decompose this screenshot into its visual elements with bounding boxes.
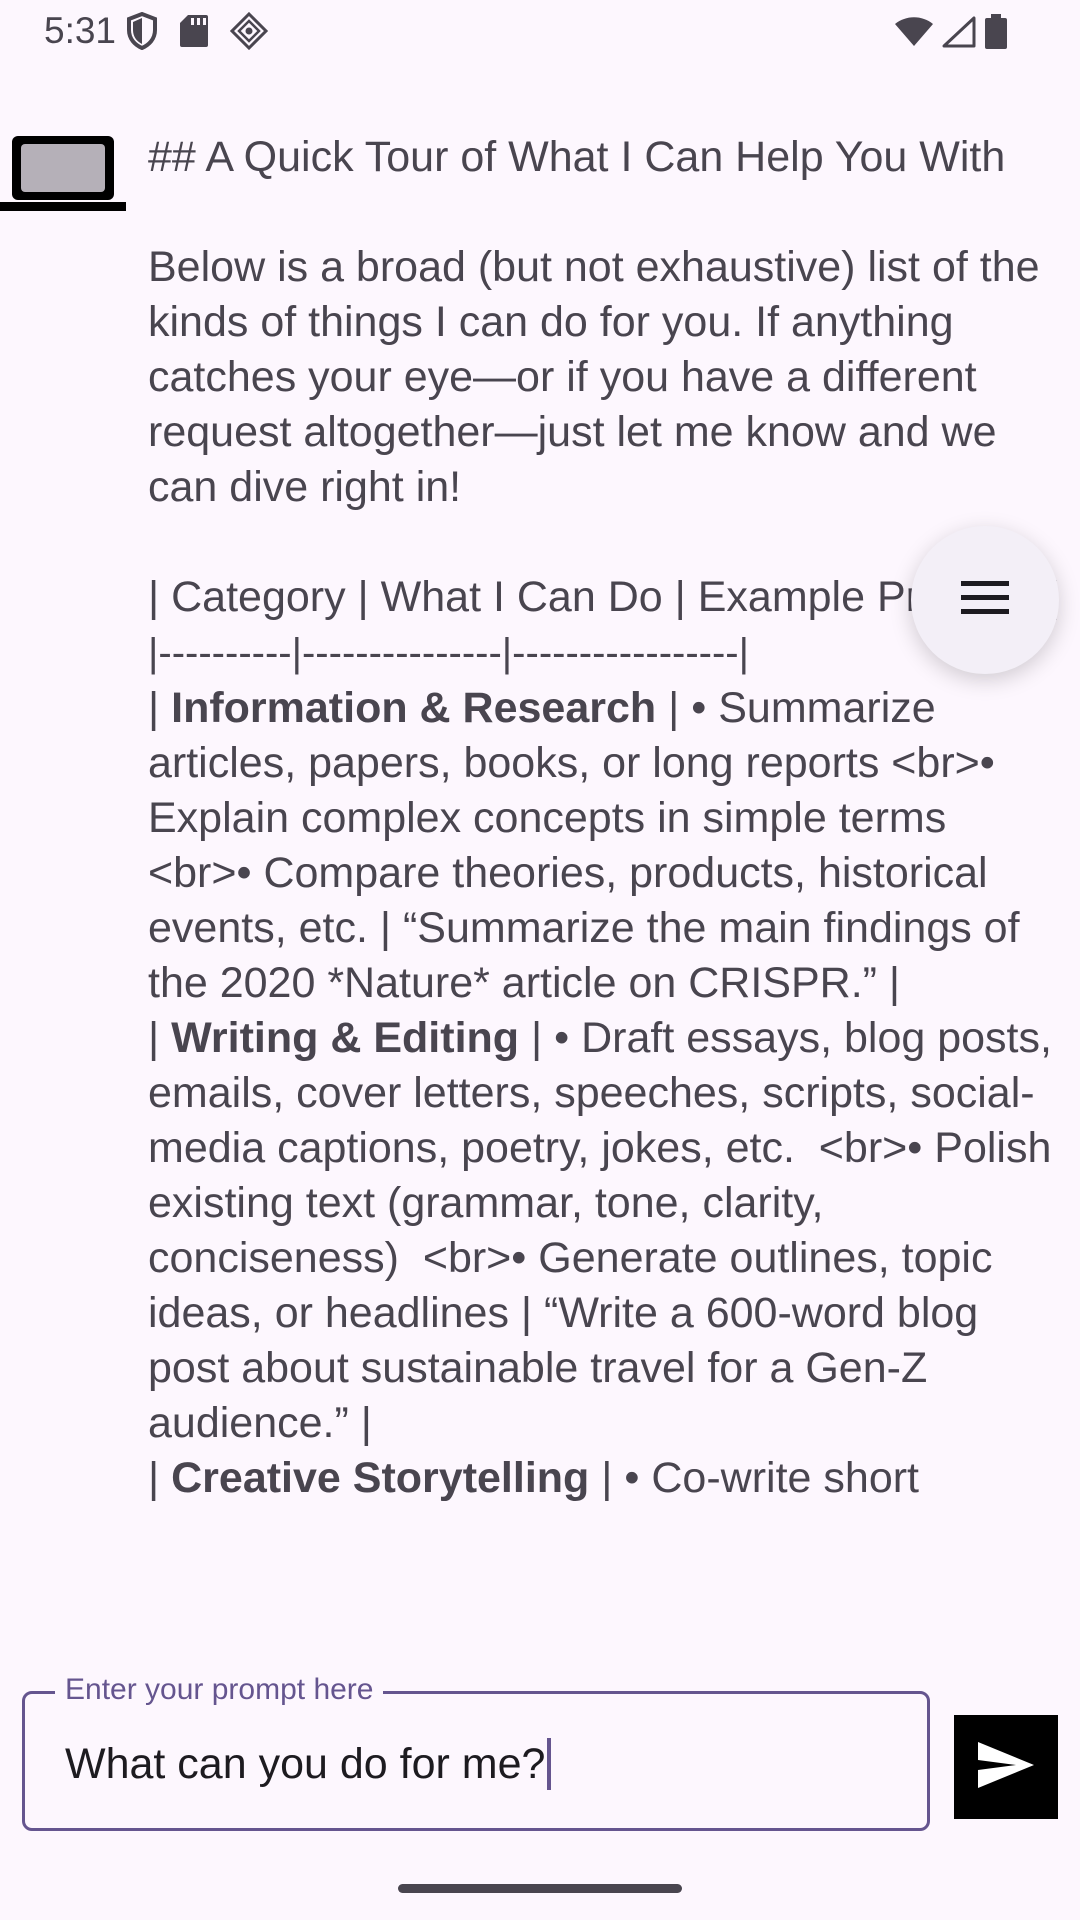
- table-row: | Creative Storytelling | • Co-write sho…: [148, 1454, 919, 1502]
- prompt-value[interactable]: What can you do for me?: [65, 1738, 552, 1790]
- message-text: ## A Quick Tour of What I Can Help You W…: [148, 130, 1068, 1506]
- prompt-text: What can you do for me?: [65, 1740, 546, 1788]
- status-right-icons: [894, 14, 1008, 55]
- row-category: Creative Storytelling: [171, 1454, 590, 1502]
- chat-screen: 5:31 ## A Quick Tour of What I Can Help …: [0, 0, 1080, 1920]
- row-category: Writing & Editing: [171, 1014, 520, 1062]
- row-body: | • Summarize articles, papers, books, o…: [148, 684, 1032, 1007]
- sd-card-icon: [180, 14, 208, 53]
- laptop-icon: [0, 128, 126, 220]
- message-heading: ## A Quick Tour of What I Can Help You W…: [148, 133, 1006, 181]
- status-bar: 5:31: [0, 0, 1080, 62]
- prompt-label: Enter your prompt here: [55, 1672, 384, 1708]
- bot-message: ## A Quick Tour of What I Can Help You W…: [0, 120, 1080, 1665]
- status-time: 5:31: [44, 10, 117, 51]
- table-row: | Writing & Editing | • Draft essays, bl…: [148, 1014, 1064, 1447]
- send-icon: [976, 1740, 1036, 1795]
- row-body: | • Draft essays, blog posts, emails, co…: [148, 1014, 1064, 1447]
- row-category: Information & Research: [171, 684, 657, 732]
- message-intro: Below is a broad (but not exhaustive) li…: [148, 243, 1052, 511]
- wifi-icon: [894, 16, 934, 53]
- menu-fab-button[interactable]: [911, 526, 1059, 674]
- gesture-nav-handle[interactable]: [398, 1884, 682, 1893]
- shield-icon: [126, 11, 158, 55]
- text-cursor: [547, 1738, 552, 1790]
- prompt-input[interactable]: Enter your prompt here What can you do f…: [22, 1672, 930, 1831]
- row-body: | • Co-write short: [589, 1454, 919, 1502]
- menu-icon: [959, 578, 1011, 623]
- network-diamond-icon: [229, 11, 269, 55]
- cellular-signal-icon: [942, 16, 976, 53]
- battery-icon: [984, 14, 1008, 55]
- table-separator: |----------|---------------|------------…: [148, 631, 750, 675]
- table-row: | Information & Research | • Summarize a…: [148, 684, 1032, 1007]
- send-button[interactable]: [954, 1715, 1058, 1819]
- status-left-icons: [126, 11, 269, 55]
